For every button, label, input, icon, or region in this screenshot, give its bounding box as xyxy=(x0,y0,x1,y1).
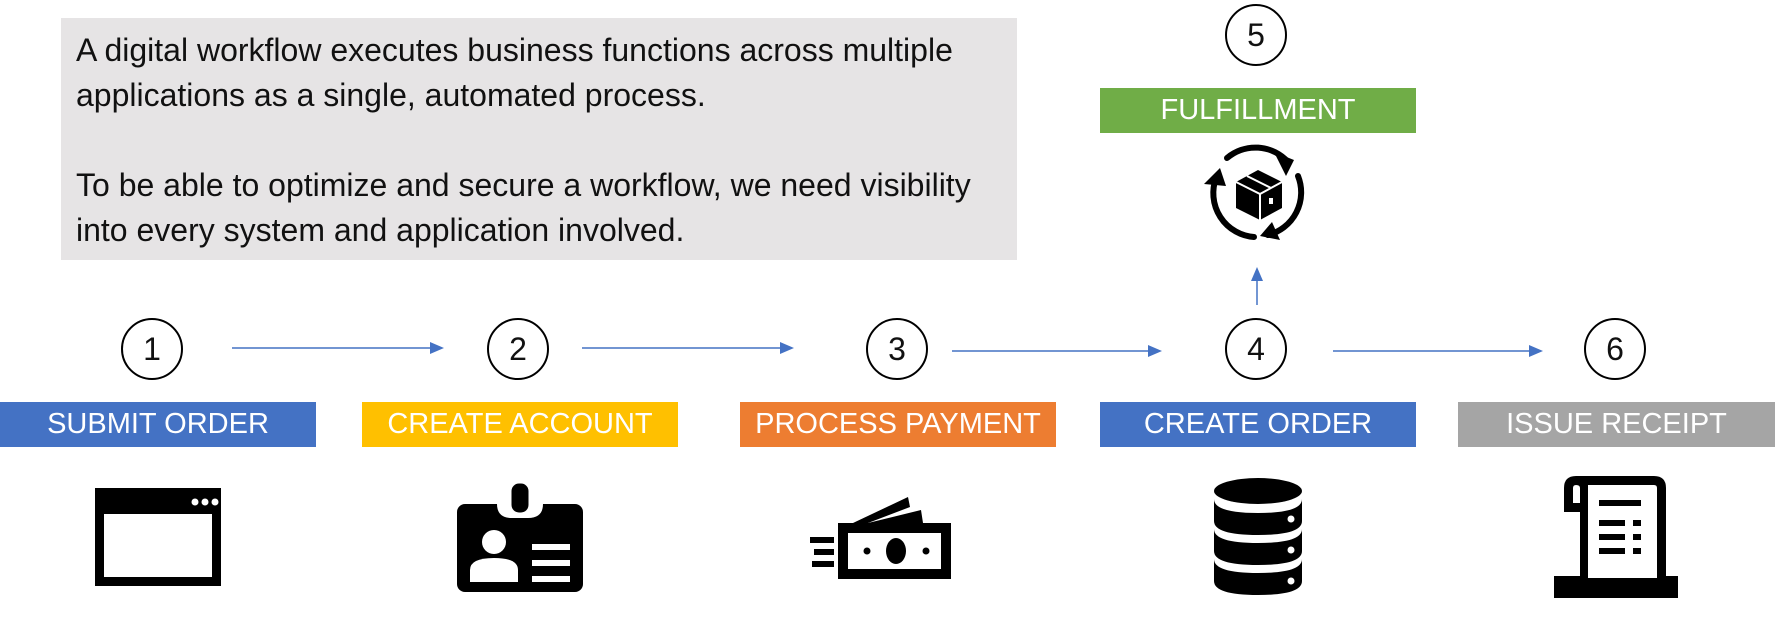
browser-window-icon xyxy=(95,488,221,586)
flow-arrow-3-to-4 xyxy=(952,344,1162,358)
step-3-label: PROCESS PAYMENT xyxy=(740,402,1056,447)
money-icon xyxy=(808,493,958,583)
step-6-number: 6 xyxy=(1584,318,1646,380)
intro-text-box: A digital workflow executes business fun… xyxy=(61,18,1017,260)
step-1-number: 1 xyxy=(121,318,183,380)
step-2-label: CREATE ACCOUNT xyxy=(362,402,678,447)
id-badge-icon xyxy=(457,482,583,592)
step-2-number: 2 xyxy=(487,318,549,380)
step-4-number: 4 xyxy=(1225,318,1287,380)
step-5-label: FULFILLMENT xyxy=(1100,88,1416,133)
flow-arrow-4-to-5 xyxy=(1250,267,1264,305)
intro-paragraph-2: To be able to optimize and secure a work… xyxy=(76,167,971,248)
flow-arrow-2-to-3 xyxy=(582,341,794,355)
step-1-label: SUBMIT ORDER xyxy=(0,402,316,447)
receipt-icon xyxy=(1554,476,1678,598)
step-4-label: CREATE ORDER xyxy=(1100,402,1416,447)
flow-arrow-4-to-6 xyxy=(1333,344,1543,358)
database-icon xyxy=(1213,477,1303,597)
package-cycle-icon xyxy=(1202,140,1312,245)
step-6-label: ISSUE RECEIPT xyxy=(1458,402,1775,447)
flow-arrow-1-to-2 xyxy=(232,341,444,355)
step-5-number: 5 xyxy=(1225,4,1287,66)
intro-paragraph-1: A digital workflow executes business fun… xyxy=(76,32,953,113)
step-3-number: 3 xyxy=(866,318,928,380)
